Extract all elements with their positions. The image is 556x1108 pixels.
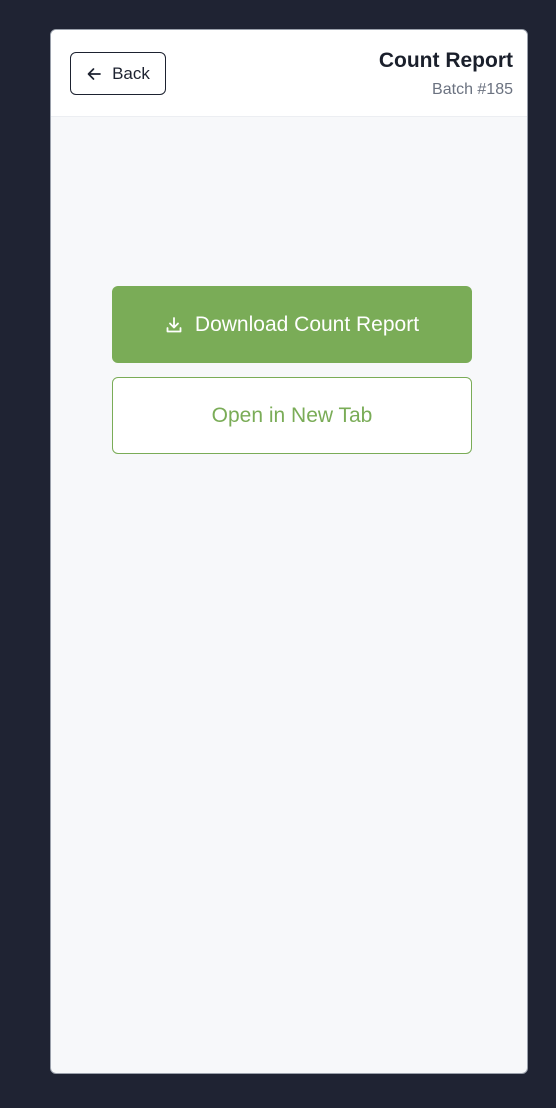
download-icon: [165, 316, 183, 334]
report-screen: Back Count Report Batch #185 Download Co…: [50, 29, 528, 1074]
back-button[interactable]: Back: [70, 52, 166, 95]
open-new-tab-label: Open in New Tab: [211, 403, 373, 427]
header-bar: Back Count Report Batch #185: [51, 30, 527, 117]
page-title: Count Report: [378, 49, 513, 72]
back-button-label: Back: [112, 63, 150, 83]
open-new-tab-button[interactable]: Open in New Tab: [112, 377, 472, 454]
batch-subtitle: Batch #185: [432, 81, 513, 98]
arrow-left-icon: [86, 66, 102, 82]
download-report-label: Download Count Report: [194, 312, 420, 336]
title-block: Count Report Batch #185: [379, 48, 513, 100]
download-report-button[interactable]: Download Count Report: [112, 286, 472, 363]
